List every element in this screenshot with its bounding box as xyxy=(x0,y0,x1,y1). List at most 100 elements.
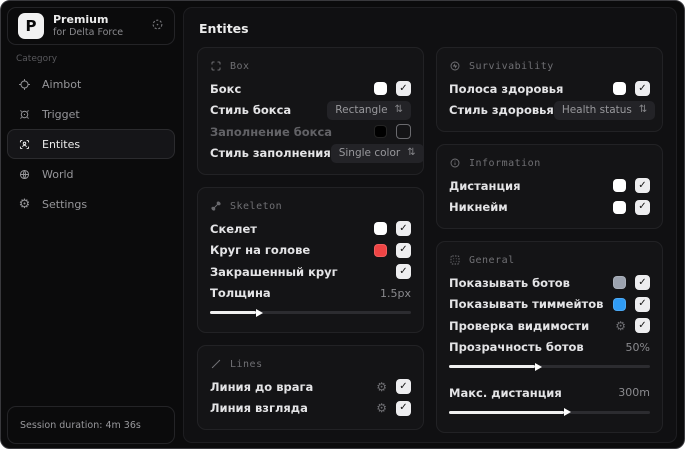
setting-label: Дистанция xyxy=(449,178,521,193)
checkmark-icon: ✓ xyxy=(638,179,647,191)
sidebar-item-trigget[interactable]: Trigget xyxy=(7,99,175,129)
gear-icon[interactable]: ⚙ xyxy=(376,402,387,414)
setting-row: Никнейм ✓ xyxy=(449,197,650,219)
checkbox[interactable]: ✓ xyxy=(396,124,411,140)
setting-label: Толщина xyxy=(210,286,271,301)
session-duration-text: Session duration: 4m 36s xyxy=(20,419,141,431)
setting-row: Бокс ✓ xyxy=(210,78,411,100)
pulse-circle-icon xyxy=(450,61,460,71)
box-card: Box Бокс ✓ Стиль бокса Rectangle ⇅ Запол… xyxy=(197,47,424,175)
checkmark-icon: ✓ xyxy=(399,265,408,277)
sort-arrows-icon: ⇅ xyxy=(638,104,648,116)
box-style-dropdown[interactable]: Rectangle ⇅ xyxy=(327,100,411,120)
checkmark-icon: ✓ xyxy=(399,222,408,234)
sidebar-item-label: Aimbot xyxy=(42,77,82,91)
lines-card-header: Lines xyxy=(210,358,411,370)
skeleton-card: Skeleton Скелет ✓ Круг на голове ✓ Закра… xyxy=(197,187,424,333)
slider-fill xyxy=(210,311,257,314)
box-corners-icon xyxy=(211,61,221,71)
sidebar-item-settings[interactable]: ⚙ Settings xyxy=(7,189,175,219)
setting-label: Круг на голове xyxy=(210,243,311,258)
right-column: Survivability Полоса здоровья ✓ Стиль зд… xyxy=(436,47,663,433)
main-panel: Entites Box Бокс ✓ Стиль бокса Rectangle… xyxy=(183,7,677,443)
checkbox[interactable]: ✓ xyxy=(396,81,411,97)
color-swatch[interactable] xyxy=(613,179,626,193)
color-swatch[interactable] xyxy=(613,276,626,290)
person-scan-icon xyxy=(17,137,32,152)
skeleton-card-header: Skeleton xyxy=(210,200,411,212)
fill-style-dropdown[interactable]: Single color ⇅ xyxy=(330,143,424,163)
checkmark-icon: ✓ xyxy=(638,276,647,288)
brand-title: Premium xyxy=(53,13,109,27)
setting-label: Проверка видимости xyxy=(449,318,590,333)
slider-fill xyxy=(449,410,564,414)
checkbox[interactable]: ✓ xyxy=(635,199,650,215)
sidebar-item-world[interactable]: World xyxy=(7,159,175,189)
checkbox[interactable]: ✓ xyxy=(635,81,650,97)
checkbox[interactable]: ✓ xyxy=(635,296,650,312)
slider-value: 300m xyxy=(618,386,650,400)
gear-icon[interactable]: ⚙ xyxy=(615,320,626,332)
checkmark-icon: ✓ xyxy=(638,82,647,94)
session-duration-card: Session duration: 4m 36s xyxy=(7,406,175,444)
health-style-dropdown[interactable]: Health status ⇅ xyxy=(553,100,656,120)
content-columns: Box Бокс ✓ Стиль бокса Rectangle ⇅ Запол… xyxy=(197,47,663,433)
color-swatch[interactable] xyxy=(374,243,387,257)
setting-row: Проверка видимости ⚙ ✓ xyxy=(449,315,650,337)
crosshair-icon xyxy=(17,77,32,92)
color-swatch[interactable] xyxy=(374,222,387,236)
checkbox[interactable]: ✓ xyxy=(396,379,411,395)
sidebar-item-aimbot[interactable]: Aimbot xyxy=(7,69,175,99)
sidebar-item-entites[interactable]: Entites xyxy=(7,129,175,159)
brand-card: P Premium for Delta Force xyxy=(7,7,175,45)
color-swatch[interactable] xyxy=(613,82,626,96)
max-distance-slider[interactable] xyxy=(449,410,650,414)
setting-label: Прозрачность ботов xyxy=(449,340,584,355)
general-card-header: General xyxy=(449,254,650,266)
color-swatch[interactable] xyxy=(374,125,387,139)
checkbox[interactable]: ✓ xyxy=(635,178,650,194)
category-label: Category xyxy=(16,54,58,64)
slider-label-row: Макс. дистанция 300m xyxy=(449,382,650,404)
brand-subtitle: for Delta Force xyxy=(53,26,124,38)
bots-opacity-slider[interactable] xyxy=(449,365,650,368)
information-card-title: Information xyxy=(469,157,541,169)
info-icon xyxy=(450,158,460,168)
setting-label: Закрашенный круг xyxy=(210,264,338,279)
brand-text: Premium for Delta Force xyxy=(53,13,123,39)
slider-value: 50% xyxy=(625,340,650,354)
sync-icon[interactable] xyxy=(151,18,164,34)
checkbox[interactable]: ✓ xyxy=(396,264,411,280)
checkbox[interactable]: ✓ xyxy=(396,242,411,258)
checkmark-icon: ✓ xyxy=(399,82,408,94)
checkmark-icon: ✓ xyxy=(638,201,647,213)
thickness-slider[interactable] xyxy=(210,311,411,314)
information-card-header: Information xyxy=(449,157,650,169)
setting-label: Линия до врага xyxy=(210,379,314,394)
survivability-card-header: Survivability xyxy=(449,60,650,72)
color-swatch[interactable] xyxy=(613,297,626,311)
color-swatch[interactable] xyxy=(374,82,387,96)
setting-row: Стиль бокса Rectangle ⇅ xyxy=(210,100,411,122)
checkbox[interactable]: ✓ xyxy=(635,275,650,291)
checkmark-icon: ✓ xyxy=(399,402,408,414)
page-title: Entites xyxy=(199,21,249,36)
checkbox[interactable]: ✓ xyxy=(635,318,650,334)
slider-label-row: Толщина 1.5px xyxy=(210,283,411,305)
sidebar-item-label: World xyxy=(42,167,74,181)
dropdown-value: Rectangle xyxy=(335,104,388,117)
setting-row: Дистанция ✓ xyxy=(449,175,650,197)
checkbox[interactable]: ✓ xyxy=(396,221,411,237)
checkbox[interactable]: ✓ xyxy=(396,400,411,416)
setting-label: Стиль заполнения xyxy=(210,146,331,161)
color-swatch[interactable] xyxy=(613,200,626,214)
general-card: General Показывать ботов ✓ Показывать ти… xyxy=(436,241,663,433)
gear-icon[interactable]: ⚙ xyxy=(376,381,387,393)
survivability-card-title: Survivability xyxy=(469,60,554,72)
grid-icon xyxy=(450,255,460,265)
globe-icon xyxy=(17,167,32,182)
bone-icon xyxy=(211,201,221,211)
setting-label: Стиль бокса xyxy=(210,103,292,118)
survivability-card: Survivability Полоса здоровья ✓ Стиль зд… xyxy=(436,47,663,132)
setting-row: Линия до врага ⚙ ✓ xyxy=(210,376,411,398)
